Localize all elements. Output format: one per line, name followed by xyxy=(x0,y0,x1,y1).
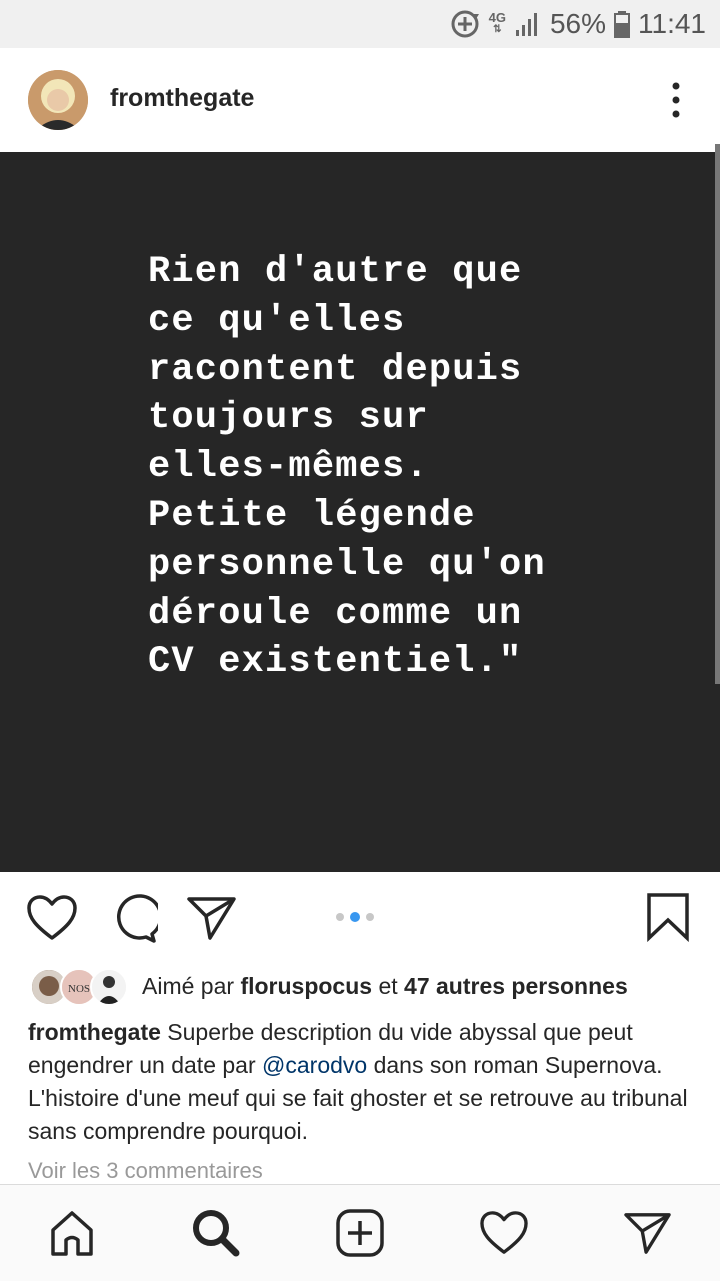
svg-text:NOS: NOS xyxy=(68,983,90,995)
search-icon xyxy=(193,1210,240,1257)
likes-text: Aimé par floruspocus et 47 autres person… xyxy=(142,972,628,999)
paper-plane-icon xyxy=(624,1213,671,1254)
avatar[interactable] xyxy=(28,70,88,130)
nav-direct[interactable] xyxy=(620,1205,676,1261)
home-icon xyxy=(51,1211,93,1256)
post-username[interactable]: fromthegate xyxy=(110,84,254,113)
comment-icon[interactable] xyxy=(108,894,158,944)
battery-percent: 56% xyxy=(549,8,606,39)
clock: 11:41 xyxy=(638,8,706,39)
action-bar xyxy=(0,872,720,962)
others-count[interactable]: 47 autres personnes xyxy=(404,973,628,999)
caption: fromthegate Superbe description du vide … xyxy=(28,1016,698,1148)
more-vertical-icon[interactable] xyxy=(666,78,686,122)
nav-activity[interactable] xyxy=(476,1205,532,1261)
carousel-indicator xyxy=(336,912,374,922)
add-post-icon xyxy=(336,1209,384,1257)
battery-icon xyxy=(614,11,630,38)
post-header: fromthegate xyxy=(0,48,720,153)
sync-icon xyxy=(451,10,479,38)
caption-mention[interactable]: @carodvo xyxy=(262,1052,367,1078)
bookmark-icon[interactable] xyxy=(646,892,690,942)
liker-avatar xyxy=(90,968,128,1006)
likes-row[interactable]: NOS Aimé par floruspocus et 47 autres pe… xyxy=(30,966,720,1006)
heart-icon xyxy=(480,1211,528,1254)
carousel-dot-active xyxy=(350,912,360,922)
nav-search[interactable] xyxy=(188,1205,244,1261)
status-icons: 4G ⇅ 56% 11:41 xyxy=(449,6,706,42)
view-comments-link[interactable]: Voir les 3 commentaires xyxy=(28,1158,263,1184)
carousel-dot xyxy=(336,913,344,921)
paper-plane-icon[interactable] xyxy=(186,894,238,942)
nav-add[interactable] xyxy=(332,1205,388,1261)
quote-text: Rien d'autre que ce qu'elles racontent d… xyxy=(148,251,546,684)
heart-icon[interactable] xyxy=(26,894,78,942)
scroll-indicator xyxy=(715,144,720,684)
carousel-dot xyxy=(366,913,374,921)
liker-username[interactable]: floruspocus xyxy=(240,973,372,999)
status-bar: 4G ⇅ 56% 11:41 xyxy=(0,0,720,48)
nav-home[interactable] xyxy=(44,1205,100,1261)
network-type: 4G ⇅ xyxy=(488,10,506,35)
caption-username[interactable]: fromthegate xyxy=(28,1019,161,1045)
liker-avatars: NOS xyxy=(30,966,128,1006)
bottom-nav xyxy=(0,1184,720,1281)
post-image[interactable]: Rien d'autre que ce qu'elles racontent d… xyxy=(0,152,720,872)
signal-icon xyxy=(515,13,537,36)
